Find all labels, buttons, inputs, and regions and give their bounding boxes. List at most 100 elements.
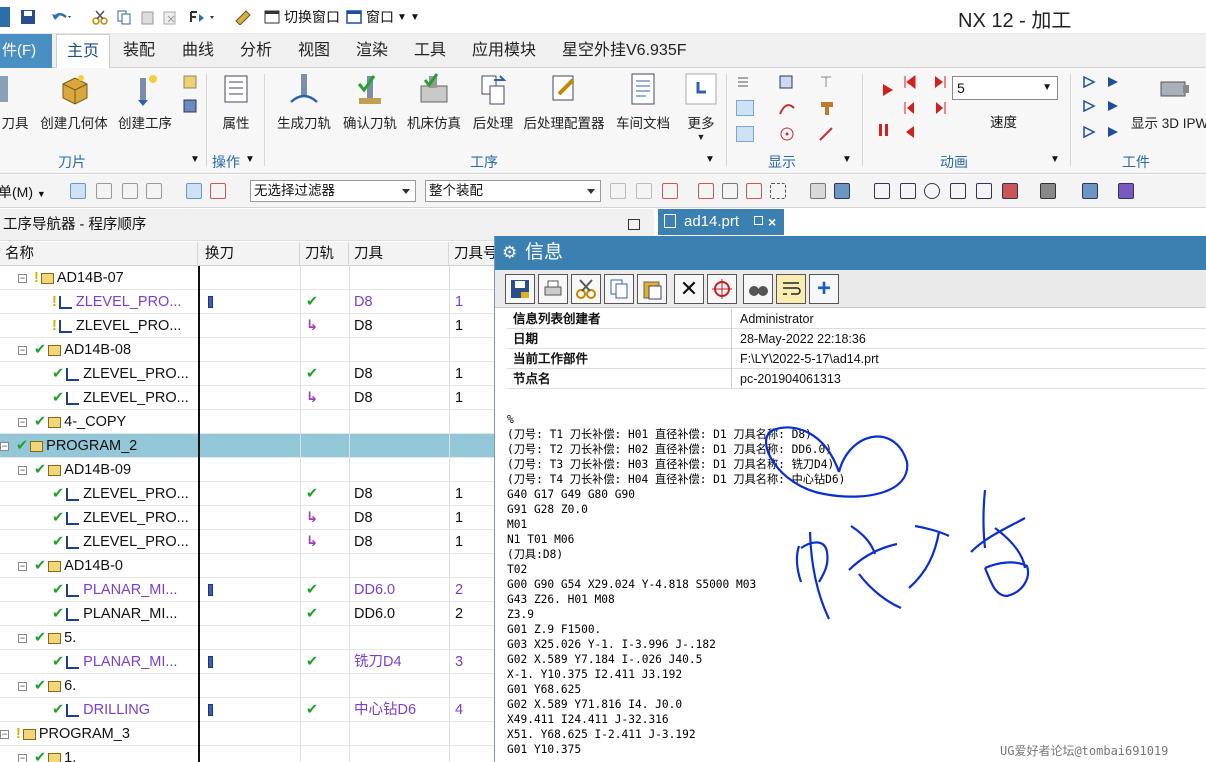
find-next-icon[interactable]: [743, 274, 773, 304]
assembly-scope-select[interactable]: 整个装配: [425, 180, 601, 202]
step-forward-icon[interactable]: [932, 74, 950, 90]
select-edge-icon[interactable]: [146, 183, 162, 199]
display-option-icon[interactable]: [736, 74, 754, 90]
column-header-tool-change[interactable]: 换刀: [200, 242, 300, 266]
delete-icon[interactable]: ✕: [674, 274, 704, 304]
add-icon[interactable]: +: [809, 274, 839, 304]
shop-documentation-button[interactable]: 车间文档: [612, 72, 674, 132]
properties-button[interactable]: 属性: [214, 72, 258, 132]
document-tab-menu-icon[interactable]: [754, 216, 763, 225]
navigator-row[interactable]: − ✔ 4-_COPY: [0, 410, 494, 434]
navigator-row[interactable]: ✔ PLANAR_MI... ✔ DD6.0 2: [0, 602, 494, 626]
play-icon[interactable]: [880, 82, 898, 98]
navigator-row[interactable]: ✔ ZLEVEL_PRO... ✔ D8 1: [0, 362, 494, 386]
chevron-down-icon[interactable]: ▼: [245, 154, 263, 170]
fit-view-icon[interactable]: [874, 183, 890, 199]
column-header-name[interactable]: 名称: [0, 242, 198, 266]
save-icon[interactable]: [20, 7, 36, 27]
chevron-down-icon[interactable]: ▼: [1050, 154, 1068, 170]
clip-view-icon[interactable]: [976, 183, 992, 199]
undo-icon[interactable]: [50, 7, 72, 27]
selection-filter-select[interactable]: 无选择过滤器: [250, 180, 416, 202]
tab-assembly[interactable]: 装配: [123, 34, 155, 68]
collapse-toggle-icon[interactable]: −: [0, 442, 9, 451]
word-wrap-icon[interactable]: [776, 274, 806, 304]
navigator-row[interactable]: ✔ ZLEVEL_PRO... ✔ D8 1: [0, 482, 494, 506]
tab-home[interactable]: 主页: [56, 34, 110, 68]
print-icon[interactable]: [538, 274, 568, 304]
collapse-toggle-icon[interactable]: −: [18, 346, 27, 355]
collapse-toggle-icon[interactable]: −: [18, 466, 27, 475]
show-workpiece-icon[interactable]: [736, 126, 754, 142]
snap-end-icon[interactable]: [636, 183, 652, 199]
select-face-icon[interactable]: [122, 183, 138, 199]
navigator-row[interactable]: ✔ PLANAR_MI... ✔ DD6.0 2: [0, 578, 494, 602]
postprocessor-config-button[interactable]: 后处理配置器: [520, 72, 608, 132]
tab-view[interactable]: 视图: [298, 34, 330, 68]
generate-toolpath-button[interactable]: 生成刀轨: [272, 72, 336, 132]
collapse-toggle-icon[interactable]: −: [0, 730, 9, 739]
touch-mode-icon[interactable]: [234, 7, 252, 27]
collapse-toggle-icon[interactable]: −: [18, 274, 27, 283]
show-hide-icon[interactable]: [1118, 183, 1134, 199]
workpiece-ipw-icon[interactable]: [1082, 98, 1100, 114]
workpiece-show-icon[interactable]: [1082, 74, 1100, 90]
navigator-row[interactable]: − ✔ 5.: [0, 626, 494, 650]
repeat-command-icon[interactable]: [188, 7, 218, 27]
snap-intersect-icon[interactable]: [722, 183, 738, 199]
navigator-row[interactable]: ✔ PLANAR_MI... ✔ 铣刀D4 3: [0, 650, 494, 674]
geometry-view-icon[interactable]: [186, 183, 202, 199]
window-menu-button[interactable]: 窗口 ▼: [366, 7, 407, 27]
animation-speed-select[interactable]: 5 ▼: [952, 76, 1058, 100]
shaded-view-icon[interactable]: [810, 183, 826, 199]
customize-quick-access-icon[interactable]: ▼: [410, 7, 420, 27]
collapse-toggle-icon[interactable]: −: [18, 634, 27, 643]
copy-icon[interactable]: [604, 274, 634, 304]
window-icon[interactable]: [346, 7, 362, 27]
show-3d-ipw-button[interactable]: 显示 3D IPW: [1128, 72, 1206, 132]
tab-curve[interactable]: 曲线: [182, 34, 214, 68]
delete-icon[interactable]: [162, 7, 178, 27]
snap-center-icon[interactable]: [746, 183, 762, 199]
jump-start-icon[interactable]: [902, 100, 920, 116]
find-icon[interactable]: [707, 274, 737, 304]
switch-window-icon[interactable]: [264, 7, 280, 27]
solid-view-icon[interactable]: [834, 183, 850, 199]
navigator-view-icon[interactable]: [182, 74, 200, 90]
snap-mid-icon[interactable]: [662, 183, 678, 199]
workpiece-save-icon[interactable]: [1106, 124, 1124, 140]
tab-application[interactable]: 应用模块: [472, 34, 536, 68]
navigator-row[interactable]: ✔ ZLEVEL_PRO... ↳ D8 1: [0, 386, 494, 410]
show-toolpath-icon[interactable]: [736, 100, 754, 116]
pause-icon[interactable]: [876, 122, 894, 138]
collapse-toggle-icon[interactable]: −: [18, 418, 27, 427]
copy-icon[interactable]: [116, 7, 132, 27]
information-window-title[interactable]: ⚙ 信息: [495, 236, 1206, 270]
tab-plugin[interactable]: 星空外挂V6.935F: [562, 34, 687, 68]
menu-button[interactable]: 菜单(M) ▼: [0, 182, 46, 202]
nc-code-listing[interactable]: % (刀号: T1 刀长补偿: H01 直径补偿: D1 刀具名称: D8) (刀号…: [507, 412, 1197, 762]
collapse-toggle-icon[interactable]: −: [18, 682, 27, 691]
display-filter-icon[interactable]: [818, 74, 836, 90]
show-tool-icon[interactable]: [818, 100, 836, 116]
reverse-play-icon[interactable]: [902, 124, 920, 140]
edit-object-display-icon[interactable]: [1082, 183, 1098, 199]
navigator-row[interactable]: − ✔ PROGRAM_2: [0, 434, 494, 458]
navigator-row[interactable]: −! AD14B-07: [0, 266, 494, 290]
select-body-icon[interactable]: [96, 183, 112, 199]
layer-icon[interactable]: [1002, 183, 1018, 199]
cut-icon[interactable]: [92, 7, 108, 27]
paste-icon[interactable]: [140, 7, 156, 27]
tab-document[interactable]: ad14.prt ×: [658, 209, 784, 235]
navigator-row[interactable]: ✔ ZLEVEL_PRO... ↳ D8 1: [0, 506, 494, 530]
close-icon[interactable]: ×: [768, 209, 776, 235]
create-geometry-button[interactable]: 创建几何体: [36, 72, 112, 132]
verify-toolpath-button[interactable]: 确认刀轨: [338, 72, 402, 132]
chevron-down-icon[interactable]: ▼: [842, 154, 860, 170]
snap-point-icon[interactable]: [610, 183, 626, 199]
column-header-tool-number[interactable]: 刀具号: [449, 242, 494, 266]
navigator-row[interactable]: − ✔ AD14B-08: [0, 338, 494, 362]
navigator-row[interactable]: − ✔ AD14B-09: [0, 458, 494, 482]
step-back-icon[interactable]: [902, 74, 920, 90]
postprocess-button[interactable]: 后处理: [468, 72, 518, 132]
